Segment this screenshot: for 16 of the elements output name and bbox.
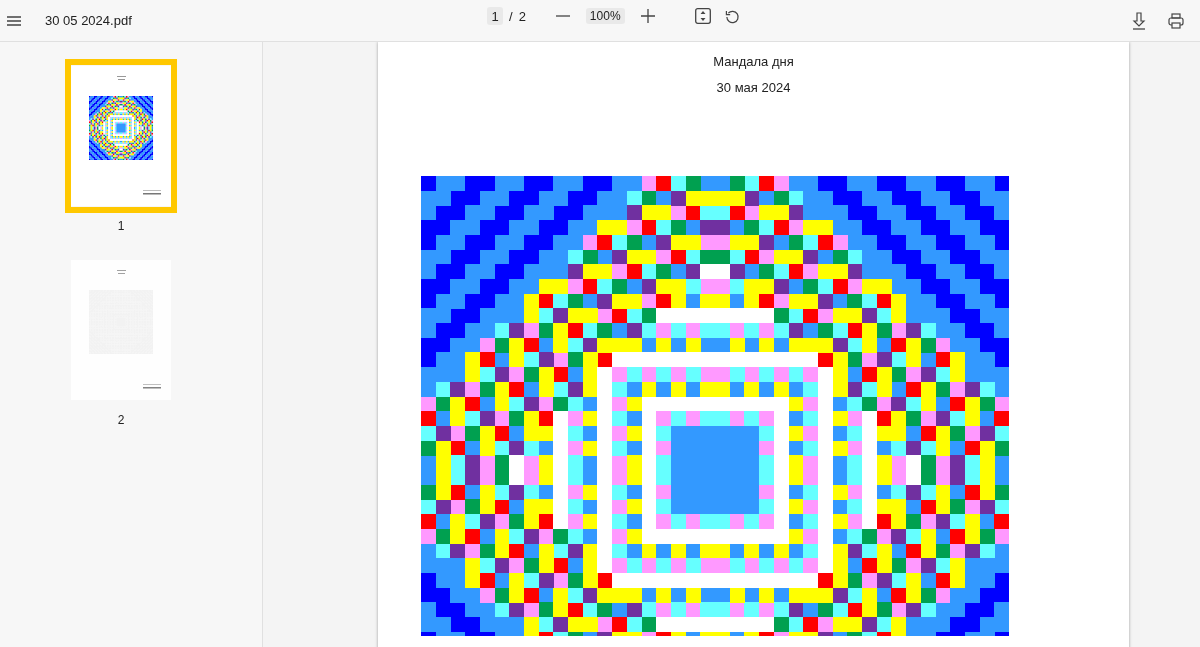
fit-page-icon[interactable] <box>694 8 711 24</box>
page-number-field[interactable]: 1 <box>487 7 503 25</box>
document-date: 30 мая 2024 <box>716 81 791 95</box>
zoom-level[interactable]: 100% <box>585 8 625 24</box>
zoom-in-icon[interactable] <box>640 9 655 23</box>
print-icon[interactable] <box>1168 12 1184 29</box>
page-number: 2 <box>117 413 125 427</box>
rotate-icon[interactable] <box>724 8 740 24</box>
page-separator: / <box>509 8 513 24</box>
menu-icon[interactable] <box>7 15 21 26</box>
page-total: 2 <box>518 8 526 24</box>
page-number: 1 <box>117 219 125 233</box>
page-thumbnail[interactable] <box>65 59 177 213</box>
file-name: 30 05 2024.pdf <box>45 13 132 28</box>
document-title: Мандала дня <box>713 55 794 69</box>
download-icon[interactable] <box>1132 11 1146 30</box>
